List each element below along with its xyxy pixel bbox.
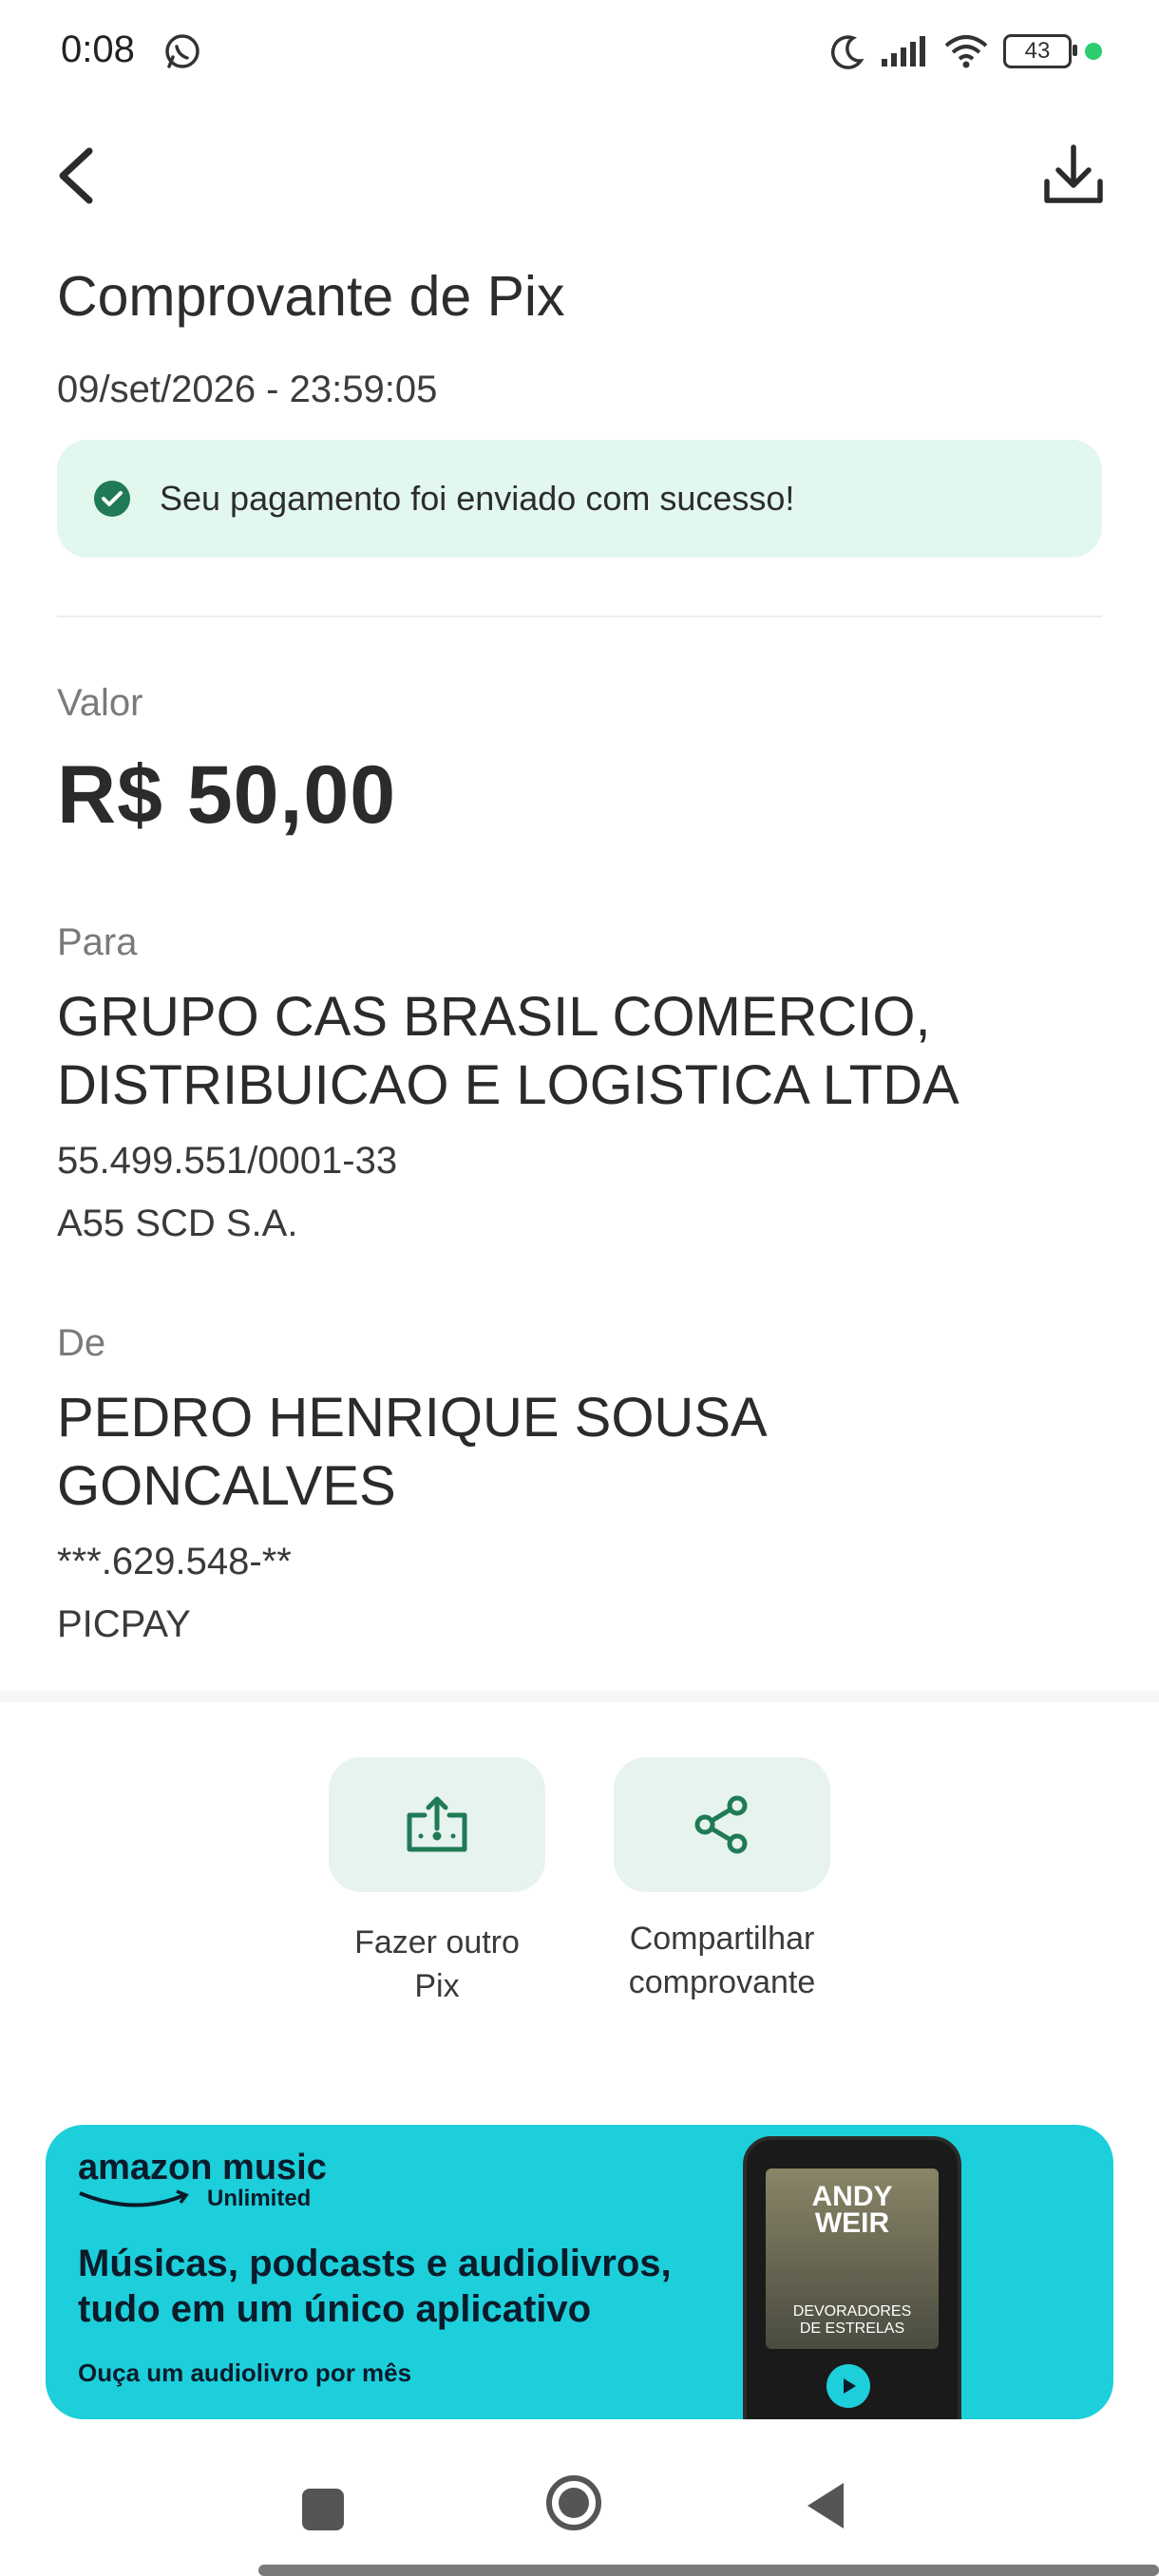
- sender-name: PEDRO HENRIQUE SOUSA GONCALVES: [57, 1384, 768, 1521]
- banner-subline: Ouça um audiolivro por mês: [78, 2358, 412, 2387]
- book-author-line2: WEIR: [814, 2207, 890, 2239]
- chevron-left-icon: [59, 147, 93, 204]
- sender-name-line1: PEDRO HENRIQUE SOUSA: [57, 1387, 768, 1449]
- divider: [57, 616, 1102, 617]
- brand-tier: Unlimited: [207, 2186, 312, 2211]
- phone-mockup: ANDY WEIR DEVORADORES DE ESTRELAS: [743, 2136, 961, 2419]
- status-icons: 43: [828, 28, 1102, 74]
- book-cover: ANDY WEIR DEVORADORES DE ESTRELAS: [766, 2169, 939, 2349]
- battery-icon: 43: [1003, 34, 1077, 68]
- book-author: ANDY WEIR: [766, 2181, 939, 2239]
- home-indicator: [258, 2565, 1159, 2576]
- recipient-name: GRUPO CAS BRASIL COMERCIO, DISTRIBUICAO …: [57, 983, 960, 1120]
- pix-transfer-icon: [407, 1796, 467, 1852]
- new-pix-label: Fazer outro Pix: [294, 1921, 580, 2008]
- home-button[interactable]: [545, 2474, 602, 2531]
- transaction-datetime: 09/set/2026 - 23:59:05: [57, 369, 438, 410]
- moon-icon: [831, 35, 864, 69]
- new-pix-label-line1: Fazer outro: [354, 1924, 520, 1960]
- banner-headline: Músicas, podcasts e audiolivros, tudo em…: [78, 2241, 672, 2332]
- amount-value: R$ 50,00: [57, 749, 397, 841]
- share-icon: [694, 1795, 748, 1854]
- book-title-line2: DE ESTRELAS: [799, 2320, 905, 2337]
- recipient-document: 55.499.551/0001-33: [57, 1140, 398, 1182]
- wifi-icon: [944, 35, 988, 68]
- share-receipt-button[interactable]: [614, 1757, 830, 1892]
- recents-button[interactable]: [302, 2489, 344, 2530]
- sender-label: De: [57, 1322, 106, 1364]
- check-circle-icon: [94, 481, 130, 517]
- book-author-line1: ANDY: [811, 2181, 893, 2212]
- share-receipt-label: Compartilhar comprovante: [580, 1917, 864, 2004]
- recipient-label: Para: [57, 921, 138, 963]
- amount-label: Valor: [57, 682, 143, 724]
- share-receipt-label-line2: comprovante: [628, 1964, 816, 2000]
- sender-institution: PICPAY: [57, 1603, 191, 1645]
- new-pix-button[interactable]: [329, 1757, 545, 1892]
- status-time: 0:08: [61, 28, 135, 70]
- battery-level: 43: [1024, 38, 1051, 64]
- play-icon: [826, 2364, 870, 2408]
- banner-headline-line2: tudo em um único aplicativo: [78, 2288, 592, 2330]
- privacy-dot: [1085, 43, 1102, 60]
- success-banner: Seu pagamento foi enviado com sucesso!: [57, 440, 1102, 558]
- download-button[interactable]: [1036, 138, 1112, 214]
- back-button[interactable]: [48, 138, 114, 214]
- share-receipt-label-line1: Compartilhar: [629, 1921, 815, 1957]
- success-message: Seu pagamento foi enviado com sucesso!: [160, 479, 795, 518]
- brand-name: amazon music: [78, 2148, 327, 2188]
- nav-back-button[interactable]: [802, 2479, 849, 2532]
- recipient-institution: A55 SCD S.A.: [57, 1203, 298, 1244]
- section-separator: [0, 1691, 1159, 1702]
- new-pix-label-line2: Pix: [414, 1968, 460, 2004]
- banner-headline-line1: Músicas, podcasts e audiolivros,: [78, 2243, 672, 2284]
- download-icon: [1044, 144, 1103, 203]
- sender-document: ***.629.548-**: [57, 1541, 292, 1582]
- book-title: DEVORADORES DE ESTRELAS: [766, 2303, 939, 2338]
- amazon-smile-icon: [79, 2189, 189, 2207]
- recipient-name-line2: DISTRIBUICAO E LOGISTICA LTDA: [57, 1054, 960, 1116]
- sender-name-line2: GONCALVES: [57, 1455, 396, 1517]
- recipient-name-line1: GRUPO CAS BRASIL COMERCIO,: [57, 986, 931, 1048]
- signal-icon: [882, 36, 925, 66]
- book-title-line1: DEVORADORES: [792, 2303, 912, 2320]
- whatsapp-icon: [165, 34, 200, 68]
- amazon-music-banner[interactable]: amazon music Unlimited Músicas, podcasts…: [46, 2125, 1113, 2419]
- page-title: Comprovante de Pix: [57, 265, 565, 328]
